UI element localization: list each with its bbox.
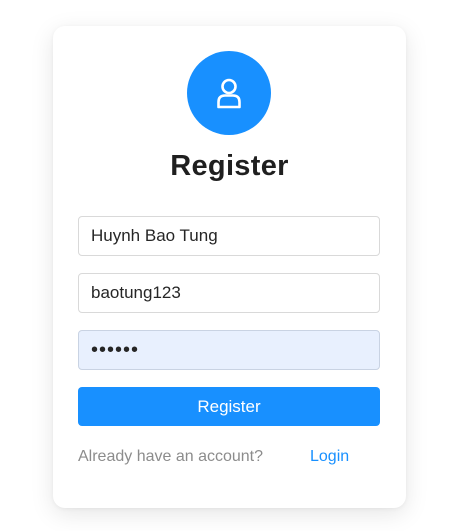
login-link[interactable]: Login [310, 448, 349, 466]
username-input[interactable] [78, 273, 380, 313]
footer-text: Already have an account? [78, 448, 264, 465]
register-button[interactable]: Register [78, 387, 380, 426]
password-input[interactable] [78, 330, 380, 370]
page-title: Register [170, 150, 289, 182]
user-icon [217, 78, 241, 109]
fullname-input[interactable] [78, 216, 380, 256]
avatar [187, 51, 271, 135]
